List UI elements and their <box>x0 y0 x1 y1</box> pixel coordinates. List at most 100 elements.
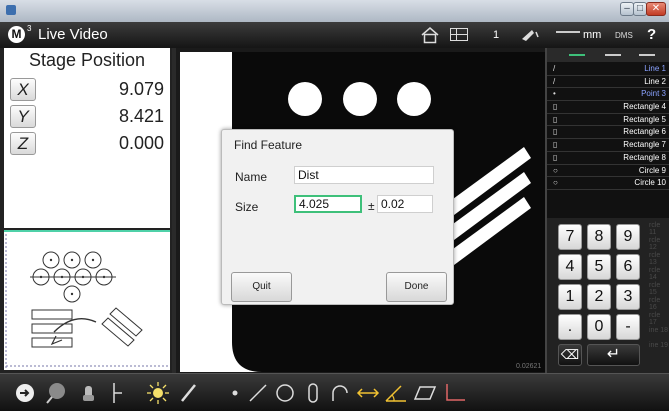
feature-row[interactable]: ▯ Rectangle 7 <box>547 139 669 152</box>
key-4[interactable]: 4 <box>558 254 582 280</box>
point-icon: • <box>553 89 556 99</box>
help-icon[interactable]: ? <box>647 26 656 43</box>
rectangle-icon: ▯ <box>553 140 558 150</box>
minimize-glyph: – <box>624 3 630 14</box>
maximize-button[interactable]: □ <box>633 2 647 16</box>
tab-details[interactable] <box>639 54 655 56</box>
rectangle-icon: ▯ <box>553 114 558 124</box>
edge-probe-icon[interactable] <box>104 381 130 405</box>
feature-label: Circle 9 <box>638 165 666 175</box>
feature-count: 1 <box>493 29 500 41</box>
angle-tool-icon[interactable] <box>383 381 409 405</box>
y-axis-value: 8.421 <box>118 106 164 126</box>
circle-icon: ○ <box>553 178 558 188</box>
hidden-feature-label: rcle 11 <box>649 222 661 236</box>
part-view-minimap[interactable] <box>4 230 170 370</box>
units-toggle[interactable]: mm <box>583 29 601 41</box>
plus-minus-sign: ± <box>368 199 375 213</box>
z-axis-button[interactable]: Z <box>10 132 36 155</box>
hidden-feature-label: rcle 14 <box>649 267 661 281</box>
feature-row[interactable]: • Point 3 <box>547 88 669 102</box>
feature-label: Rectangle 4 <box>623 102 666 112</box>
ruler-icon[interactable] <box>556 31 580 39</box>
dialog-title: Find Feature <box>234 138 303 152</box>
enter-key[interactable]: ↵ <box>587 344 640 366</box>
hidden-feature-label: rcle 12 <box>649 237 661 251</box>
key-decimal[interactable]: . <box>558 314 582 340</box>
zoom-icon[interactable] <box>44 381 70 405</box>
rectangle-icon: ▯ <box>553 152 558 162</box>
coordinate-tool-icon[interactable] <box>441 381 467 405</box>
size-field[interactable]: 4.025 <box>294 195 362 213</box>
app-logo: M <box>8 26 25 43</box>
touch-probe-icon[interactable] <box>76 381 102 405</box>
y-axis-button[interactable]: Y <box>10 105 36 128</box>
feature-label: Line 2 <box>644 76 666 86</box>
window-titlebar: – □ ✕ <box>0 0 669 22</box>
stage-position-panel: Stage Position X 9.079 Y 8.421 Z 0.000 <box>4 48 170 228</box>
tab-features[interactable] <box>569 54 585 56</box>
key-minus[interactable]: - <box>616 314 640 340</box>
feature-row[interactable]: ▯ Rectangle 4 <box>547 101 669 114</box>
key-6[interactable]: 6 <box>616 254 640 280</box>
feature-label: Rectangle 5 <box>623 114 666 124</box>
home-icon[interactable] <box>420 26 440 44</box>
feature-row[interactable]: ▯ Rectangle 5 <box>547 114 669 127</box>
hidden-feature-label: ine 18 <box>649 327 669 334</box>
quit-button[interactable]: Quit <box>231 272 292 302</box>
name-field[interactable]: Dist <box>294 166 434 184</box>
scale-readout: 0.02621 <box>516 363 542 370</box>
numeric-keypad: rcle 11 rcle 12 rcle 13 rcle 14 rcle 15 rcle … <box>547 218 669 373</box>
close-button[interactable]: ✕ <box>646 2 666 16</box>
key-8[interactable]: 8 <box>587 224 611 250</box>
key-0[interactable]: 0 <box>587 314 611 340</box>
key-9[interactable]: 9 <box>616 224 640 250</box>
key-2[interactable]: 2 <box>587 284 611 310</box>
arc-tool-icon[interactable] <box>327 381 353 405</box>
feature-row[interactable]: / Line 2 <box>547 76 669 89</box>
app-header: M 3 Live Video 1 mm DMS ? <box>0 22 669 48</box>
maximize-glyph: □ <box>636 3 644 14</box>
hidden-feature-label: ine 19 <box>649 342 669 349</box>
tab-list[interactable] <box>605 54 621 56</box>
left-panel: Stage Position X 9.079 Y 8.421 Z 0.000 <box>0 48 172 373</box>
size-label: Size <box>235 200 259 214</box>
app-system-icon[interactable] <box>6 5 16 15</box>
x-axis-value: 9.079 <box>118 79 164 99</box>
circle-icon: ○ <box>553 165 558 175</box>
distance-tool-icon[interactable] <box>355 381 381 405</box>
right-panel: / Line 1 / Line 2 • Point 3 ▯ Rectangle 4 ▯ Recta… <box>545 48 669 373</box>
circle-tool-icon[interactable] <box>272 381 298 405</box>
backspace-key[interactable]: ⌫ <box>558 344 582 366</box>
name-label: Name <box>235 170 268 184</box>
feature-row[interactable]: ○ Circle 9 <box>547 165 669 178</box>
done-button[interactable]: Done <box>386 272 447 302</box>
key-7[interactable]: 7 <box>558 224 582 250</box>
light-icon[interactable] <box>145 381 171 405</box>
stage-position-title: Stage Position <box>28 50 146 70</box>
pencil-icon[interactable] <box>176 381 202 405</box>
hidden-feature-label: rcle 16 <box>649 297 661 311</box>
minimize-button[interactable]: – <box>620 2 634 16</box>
tolerance-field[interactable]: 0.02 <box>377 195 433 213</box>
key-3[interactable]: 3 <box>616 284 640 310</box>
feature-row[interactable]: ▯ Rectangle 8 <box>547 152 669 165</box>
feature-row[interactable]: ○ Circle 10 <box>547 177 669 190</box>
datum-icon[interactable] <box>12 381 38 405</box>
angle-units-toggle[interactable]: DMS <box>615 31 633 40</box>
x-axis-button[interactable]: X <box>10 78 36 101</box>
feature-row[interactable]: ▯ Rectangle 6 <box>547 126 669 140</box>
rectangle-icon: ▯ <box>553 127 558 137</box>
key-1[interactable]: 1 <box>558 284 582 310</box>
key-5[interactable]: 5 <box>587 254 611 280</box>
line-tool-icon[interactable] <box>245 381 271 405</box>
feature-row[interactable]: / Line 1 <box>547 63 669 76</box>
grid-view-icon[interactable] <box>450 28 468 41</box>
feature-list[interactable]: / Line 1 / Line 2 • Point 3 ▯ Rectangle 4 ▯ Recta… <box>547 63 669 190</box>
feature-label: Line 1 <box>644 64 666 73</box>
probe-icon[interactable] <box>518 27 540 43</box>
feature-label: Circle 10 <box>634 178 666 188</box>
slot-tool-icon[interactable] <box>300 381 326 405</box>
find-feature-dialog: Find Feature Name Dist Size 4.025 ± 0.02… <box>221 129 454 305</box>
parallelogram-tool-icon[interactable] <box>412 381 438 405</box>
